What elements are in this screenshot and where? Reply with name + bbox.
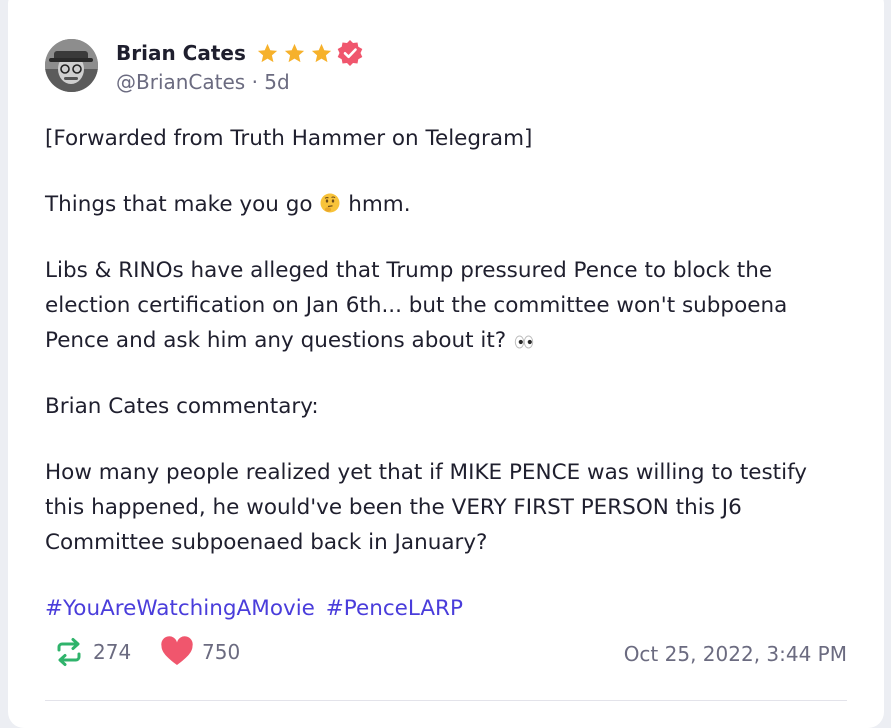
repost-icon — [57, 638, 81, 666]
author-handle[interactable]: @BrianCates — [116, 70, 245, 94]
repost-button[interactable]: 274 — [53, 636, 131, 668]
post-body: [Forwarded from Truth Hammer on Telegram… — [45, 121, 845, 657]
post-paragraph: How many people realized yet that if MIK… — [45, 460, 808, 555]
post-paragraph: Things that make you go hmm. — [45, 187, 845, 222]
post-age[interactable]: 5d — [264, 70, 289, 94]
star-icon — [311, 43, 331, 62]
star-icon — [284, 43, 304, 62]
like-count: 750 — [202, 640, 241, 664]
eyes-emoji — [514, 335, 534, 349]
post-paragraph: Libs & RINOs have alleged that Trump pre… — [45, 253, 845, 358]
post-text: Things that make you go — [45, 192, 313, 217]
heart-icon — [161, 636, 193, 665]
hashtag-list: #YouAreWatchingAMovie #PenceLARP — [45, 591, 845, 626]
avatar[interactable] — [45, 39, 98, 92]
post-text: hmm. — [348, 192, 411, 217]
verified-badge-icon — [337, 40, 363, 66]
hashtag-link[interactable]: #PenceLARP — [326, 596, 463, 621]
post-card: Brian Cates @BrianCates · 5d [Forwarded … — [8, 0, 884, 728]
author-display-name[interactable]: Brian Cates — [116, 41, 246, 65]
star-icon — [257, 43, 277, 62]
divider — [45, 700, 847, 701]
post-footer: 274 750 Oct 25, 2022, 3:44 PM — [45, 636, 847, 676]
like-button[interactable]: 750 — [160, 636, 240, 668]
separator-dot: · — [251, 70, 258, 94]
author-name-row: Brian Cates — [116, 39, 364, 67]
post-text: Libs & RINOs have alleged that Trump pre… — [45, 258, 788, 353]
post-paragraph: Brian Cates commentary: — [45, 394, 319, 419]
thinking-face-emoji — [320, 193, 340, 213]
hashtag-link[interactable]: #YouAreWatchingAMovie — [45, 596, 315, 621]
repost-count: 274 — [93, 640, 132, 664]
author-handle-row: @BrianCates · 5d — [116, 70, 290, 94]
post-header: Brian Cates @BrianCates · 5d — [45, 39, 745, 94]
post-paragraph: [Forwarded from Truth Hammer on Telegram… — [45, 126, 533, 151]
post-timestamp[interactable]: Oct 25, 2022, 3:44 PM — [624, 642, 847, 666]
